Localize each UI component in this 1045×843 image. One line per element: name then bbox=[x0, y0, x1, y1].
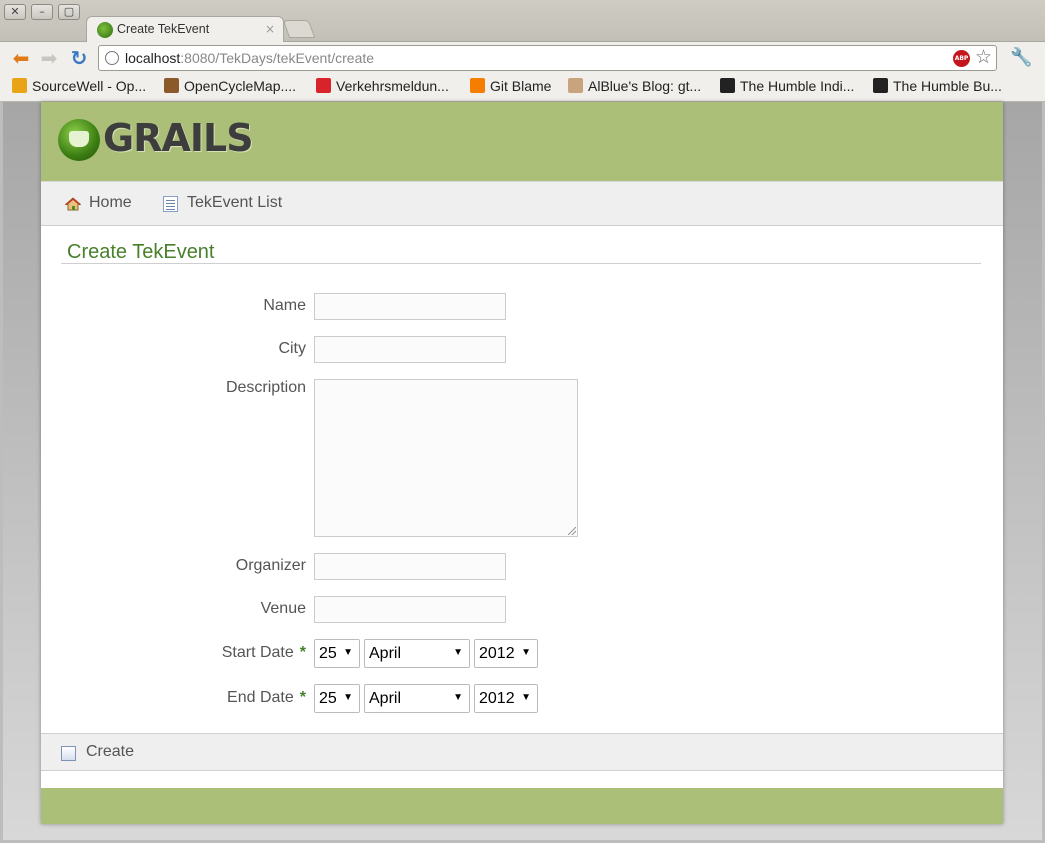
start-day-select[interactable]: 25 ▼ bbox=[314, 639, 360, 668]
browser-toolbar: ⬅ ➡ ↻ localhost:8080/TekDays/tekEvent/cr… bbox=[0, 42, 1045, 74]
bookmark-favicon-icon bbox=[873, 78, 888, 93]
bookmark-item[interactable]: Verkehrsmeldun... bbox=[316, 78, 449, 94]
name-input[interactable] bbox=[314, 293, 506, 320]
back-button[interactable]: ⬅ bbox=[10, 47, 32, 69]
page-body: GRAILS Home TekEvent List Create TekEven… bbox=[41, 102, 1003, 824]
reload-button[interactable]: ↻ bbox=[68, 47, 90, 69]
description-label: Description bbox=[225, 379, 306, 396]
end-year-select[interactable]: 2012 ▼ bbox=[474, 684, 538, 713]
name-label: Name bbox=[263, 297, 306, 314]
end-date-label: End Date * bbox=[227, 689, 306, 706]
bookmark-favicon-icon bbox=[164, 78, 179, 93]
start-month-select[interactable]: April ▼ bbox=[364, 639, 470, 668]
bookmark-item[interactable]: AlBlue's Blog: gt... bbox=[568, 78, 701, 94]
bookmark-star-icon[interactable]: ☆ bbox=[975, 46, 992, 68]
venue-input[interactable] bbox=[314, 596, 506, 623]
title-divider bbox=[61, 263, 981, 264]
url-text: localhost:8080/TekDays/tekEvent/create bbox=[125, 50, 375, 66]
resize-handle-icon[interactable] bbox=[568, 527, 576, 535]
end-month-select[interactable]: April ▼ bbox=[364, 684, 470, 713]
bookmark-favicon-icon bbox=[470, 78, 485, 93]
page-footer bbox=[41, 788, 1003, 824]
grails-favicon-icon bbox=[97, 22, 113, 38]
home-icon bbox=[65, 197, 81, 211]
dropdown-arrow-icon: ▼ bbox=[521, 692, 531, 703]
create-button[interactable]: Create bbox=[86, 743, 134, 761]
globe-icon bbox=[105, 51, 119, 65]
dropdown-arrow-icon: ▼ bbox=[343, 647, 353, 658]
tab-close-icon[interactable]: × bbox=[265, 22, 275, 36]
dropdown-arrow-icon: ▼ bbox=[343, 692, 353, 703]
list-icon bbox=[163, 196, 178, 212]
page-viewport: GRAILS Home TekEvent List Create TekEven… bbox=[3, 102, 1042, 840]
bookmarks-bar: SourceWell - Op... OpenCycleMap.... Verk… bbox=[0, 74, 1045, 102]
start-date-label: Start Date * bbox=[221, 644, 306, 661]
description-textarea[interactable] bbox=[314, 379, 578, 537]
bookmark-item[interactable]: The Humble Bu... bbox=[873, 78, 1002, 94]
dropdown-arrow-icon: ▼ bbox=[521, 647, 531, 658]
organizer-input[interactable] bbox=[314, 553, 506, 580]
end-day-select[interactable]: 25 ▼ bbox=[314, 684, 360, 713]
required-marker: * bbox=[299, 689, 306, 706]
bookmark-item[interactable]: Git Blame bbox=[470, 78, 551, 94]
address-bar[interactable]: localhost:8080/TekDays/tekEvent/create A… bbox=[98, 45, 997, 71]
adblock-icon[interactable]: ABP bbox=[953, 50, 970, 67]
window-close-button[interactable]: ✕ bbox=[4, 4, 26, 20]
title-bar: ✕ – ▢ Create TekEvent × bbox=[0, 0, 1045, 43]
window-maximize-button[interactable]: ▢ bbox=[58, 4, 80, 20]
dropdown-arrow-icon: ▼ bbox=[453, 692, 463, 703]
tab-title: Create TekEvent bbox=[117, 22, 210, 36]
bookmark-favicon-icon bbox=[316, 78, 331, 93]
dropdown-arrow-icon: ▼ bbox=[453, 647, 463, 658]
grails-logo-icon bbox=[58, 119, 100, 161]
bookmark-item[interactable]: SourceWell - Op... bbox=[12, 78, 146, 94]
save-disk-icon bbox=[61, 746, 76, 761]
venue-label: Venue bbox=[260, 600, 306, 617]
wrench-menu-icon[interactable]: 🔧 bbox=[1010, 47, 1032, 68]
page-title: Create TekEvent bbox=[67, 241, 215, 263]
nav-home-link[interactable]: Home bbox=[89, 194, 132, 212]
forward-button[interactable]: ➡ bbox=[38, 47, 60, 69]
start-year-select[interactable]: 2012 ▼ bbox=[474, 639, 538, 668]
bookmark-favicon-icon bbox=[12, 78, 27, 93]
required-marker: * bbox=[299, 644, 306, 661]
new-tab-button[interactable] bbox=[282, 20, 316, 38]
bookmark-item[interactable]: OpenCycleMap.... bbox=[164, 78, 296, 94]
grails-logo-text: GRAILS bbox=[103, 116, 254, 160]
city-input[interactable] bbox=[314, 336, 506, 363]
nav-list-link[interactable]: TekEvent List bbox=[187, 194, 282, 212]
page-header: GRAILS bbox=[41, 102, 1003, 181]
form-actions-bar: Create bbox=[41, 733, 1003, 771]
nav-bar: Home TekEvent List bbox=[41, 181, 1003, 226]
organizer-label: Organizer bbox=[235, 557, 306, 574]
window-minimize-button[interactable]: – bbox=[31, 4, 53, 20]
city-label: City bbox=[278, 340, 306, 357]
bookmark-favicon-icon bbox=[568, 78, 583, 93]
bookmark-item[interactable]: The Humble Indi... bbox=[720, 78, 854, 94]
browser-tab[interactable]: Create TekEvent × bbox=[86, 16, 284, 43]
bookmark-favicon-icon bbox=[720, 78, 735, 93]
